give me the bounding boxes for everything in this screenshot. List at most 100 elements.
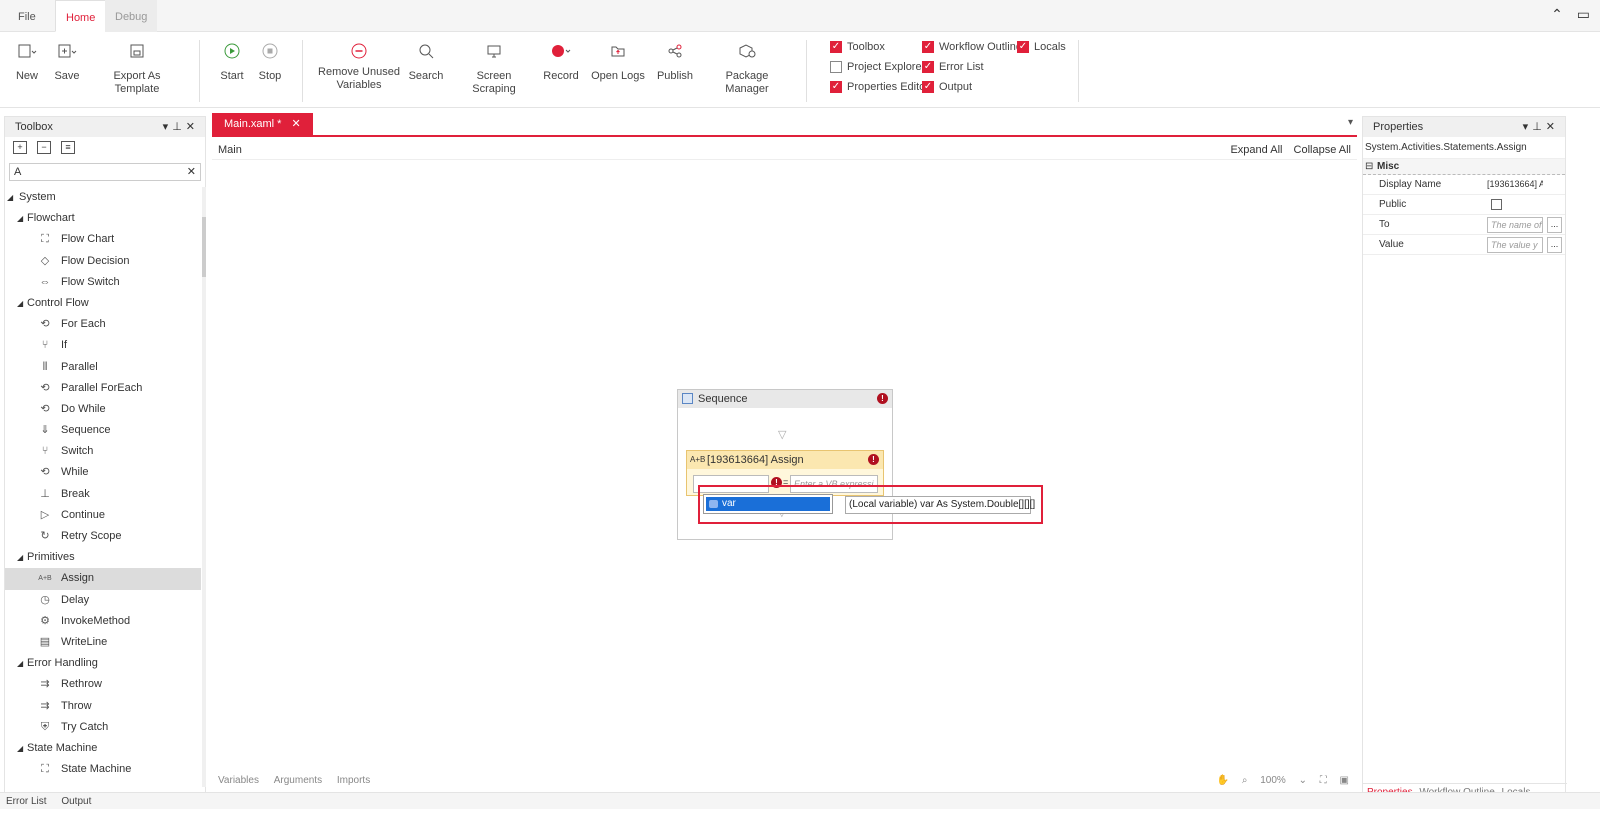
- locals-checkbox[interactable]: ✓ Locals: [1017, 41, 1066, 53]
- public-checkbox[interactable]: [1491, 199, 1502, 210]
- toolbox-item-invokemethod[interactable]: ⚙ InvokeMethod: [5, 611, 201, 632]
- toolbox-item-throw[interactable]: ⇉ Throw: [5, 696, 201, 717]
- project-explorer-checkbox[interactable]: Project Explorer: [830, 61, 925, 73]
- toolbox-item-rethrow[interactable]: ⇉ Rethrow: [5, 674, 201, 695]
- to-value-input[interactable]: The name of: [1487, 217, 1543, 233]
- toolbox-item-do-while[interactable]: ⟲ Do While: [5, 399, 201, 420]
- tab-imports[interactable]: Imports: [337, 775, 370, 786]
- start-button[interactable]: Start: [218, 40, 246, 83]
- record-label: Record: [543, 70, 579, 82]
- pin-icon[interactable]: ⊥: [172, 121, 186, 133]
- toolbox-item-break[interactable]: ⊥ Break: [5, 484, 201, 505]
- display-name-value[interactable]: [193613664] Assign: [1487, 177, 1543, 193]
- pin-icon[interactable]: ⊥: [1532, 121, 1546, 133]
- error-icon[interactable]: !: [877, 393, 888, 404]
- publish-button[interactable]: Publish: [654, 40, 696, 83]
- save-button[interactable]: Save: [54, 40, 80, 83]
- workflow-outline-checkbox[interactable]: ✓ Workflow Outline: [922, 41, 1022, 53]
- collapse-all-icon[interactable]: −: [37, 141, 51, 154]
- toolbox-item-parallel[interactable]: ⫴ Parallel: [5, 357, 201, 378]
- collapse-ribbon-icon[interactable]: ⌃: [1551, 6, 1563, 22]
- scrollbar-thumb[interactable]: [202, 217, 206, 277]
- output-checkbox[interactable]: ✓ Output: [922, 81, 972, 93]
- toolbox-category-error-handling[interactable]: Error Handling: [5, 653, 201, 674]
- clear-search-icon[interactable]: ✕: [187, 164, 196, 180]
- zoom-dropdown-icon[interactable]: ⌄: [1299, 775, 1307, 786]
- tab-home[interactable]: Home: [55, 0, 107, 32]
- autocomplete-option-var[interactable]: var: [706, 497, 830, 511]
- zoom-icon[interactable]: ⌕: [1242, 775, 1248, 786]
- autocomplete-list[interactable]: var: [703, 494, 833, 514]
- toolbox-scrollbar[interactable]: [202, 187, 206, 787]
- chat-icon[interactable]: ▭: [1577, 6, 1590, 22]
- overview-map-icon[interactable]: ▣: [1340, 775, 1349, 786]
- toolbox-item-label: Throw: [61, 699, 92, 712]
- toolbox-category-state-machine[interactable]: State Machine: [5, 738, 201, 759]
- toolbox-item-sequence[interactable]: ⇓ Sequence: [5, 420, 201, 441]
- toolbox-item-writeline[interactable]: ▤ WriteLine: [5, 632, 201, 653]
- toolbox-item-if[interactable]: ⑂ If: [5, 335, 201, 356]
- breadcrumb[interactable]: Main: [218, 144, 242, 156]
- list-view-icon[interactable]: ≡: [61, 141, 75, 154]
- sequence-header[interactable]: Sequence !: [678, 390, 892, 408]
- toolbox-category-primitives[interactable]: Primitives: [5, 547, 201, 568]
- dropdown-icon[interactable]: ▾: [163, 121, 173, 133]
- toolbox-checkbox[interactable]: ✓ Toolbox: [830, 41, 885, 53]
- close-icon[interactable]: ✕: [291, 118, 300, 130]
- misc-section-header[interactable]: Misc: [1363, 159, 1565, 175]
- toolbox-item-flow-switch[interactable]: ⇔ Flow Switch: [5, 272, 201, 293]
- toolbox-category-control-flow[interactable]: Control Flow: [5, 293, 201, 314]
- tab-error-list[interactable]: Error List: [6, 796, 47, 807]
- close-icon[interactable]: ✕: [186, 121, 199, 133]
- record-button[interactable]: Record: [542, 40, 580, 83]
- toolbox-item-while[interactable]: ⟲ While: [5, 462, 201, 483]
- error-list-checkbox[interactable]: ✓ Error List: [922, 61, 984, 73]
- toolbox-item-retry-scope[interactable]: ↻ Retry Scope: [5, 526, 201, 547]
- value-value-input[interactable]: The value y: [1487, 237, 1543, 253]
- tabs-menu-icon[interactable]: ▾: [1348, 117, 1353, 128]
- tab-arguments[interactable]: Arguments: [274, 775, 322, 786]
- toolbox-item-assign[interactable]: A+B Assign: [5, 568, 201, 590]
- toolbox-item-try-catch[interactable]: ⛨ Try Catch: [5, 717, 201, 738]
- properties-editor-checkbox[interactable]: ✓ Properties Editor: [830, 81, 929, 93]
- toolbox-category-flowchart[interactable]: Flowchart: [5, 208, 201, 229]
- tab-debug[interactable]: Debug: [105, 0, 158, 32]
- toolbox-item-delay[interactable]: ◷ Delay: [5, 590, 201, 611]
- toolbox-search-input[interactable]: A ✕: [9, 163, 201, 181]
- toolbox-item-for-each[interactable]: ⟲ For Each: [5, 314, 201, 335]
- open-logs-button[interactable]: Open Logs: [590, 40, 646, 83]
- toolbox-category-system[interactable]: System: [5, 187, 201, 208]
- designer-canvas[interactable]: Sequence ! ▽ A+B [193613664] Assign ! ! …: [212, 161, 1357, 771]
- fit-screen-icon[interactable]: ⛶: [1320, 775, 1327, 786]
- error-icon[interactable]: !: [868, 454, 879, 465]
- tab-variables[interactable]: Variables: [218, 775, 259, 786]
- search-button[interactable]: Search: [406, 40, 446, 83]
- toolbox-item-continue[interactable]: ▷ Continue: [5, 505, 201, 526]
- export-template-button[interactable]: Export As Template: [94, 40, 180, 96]
- value-expression-editor-button[interactable]: ...: [1547, 237, 1562, 253]
- toolbox-item-flow-chart[interactable]: ⛶ Flow Chart: [5, 229, 201, 250]
- toolbox-item-state-machine[interactable]: ⛶ State Machine: [5, 759, 201, 780]
- dropdown-icon[interactable]: ▾: [1523, 121, 1533, 133]
- close-icon[interactable]: ✕: [1546, 121, 1559, 133]
- remove-unused-variables-button[interactable]: Remove Unused Variables: [318, 40, 400, 92]
- toolbox-item-flow-decision[interactable]: ◇ Flow Decision: [5, 251, 201, 272]
- package-manager-button[interactable]: Package Manager: [704, 40, 790, 96]
- expand-all-icon[interactable]: +: [13, 141, 27, 154]
- collapse-all-link[interactable]: Collapse All: [1294, 144, 1351, 156]
- tab-main-xaml[interactable]: Main.xaml * ✕: [212, 113, 313, 135]
- toolbox-item-switch[interactable]: ⑂ Switch: [5, 441, 201, 462]
- properties-panel: Properties ▾⊥✕ System.Activities.Stateme…: [1362, 116, 1567, 802]
- toolbox-item-parallel-foreach[interactable]: ⟲ Parallel ForEach: [5, 378, 201, 399]
- assign-header[interactable]: A+B [193613664] Assign !: [687, 451, 883, 469]
- stop-button[interactable]: Stop: [256, 40, 284, 83]
- zoom-level[interactable]: 100%: [1260, 775, 1286, 786]
- expand-all-link[interactable]: Expand All: [1230, 144, 1282, 156]
- hand-tool-icon[interactable]: ✋: [1217, 775, 1229, 786]
- new-button[interactable]: New: [14, 40, 40, 83]
- screen-scraping-button[interactable]: Screen Scraping: [456, 40, 532, 96]
- tab-output[interactable]: Output: [61, 796, 91, 807]
- tab-file[interactable]: File: [8, 0, 46, 32]
- toolbox-item-label: Primitives: [27, 551, 75, 564]
- to-expression-editor-button[interactable]: ...: [1547, 217, 1562, 233]
